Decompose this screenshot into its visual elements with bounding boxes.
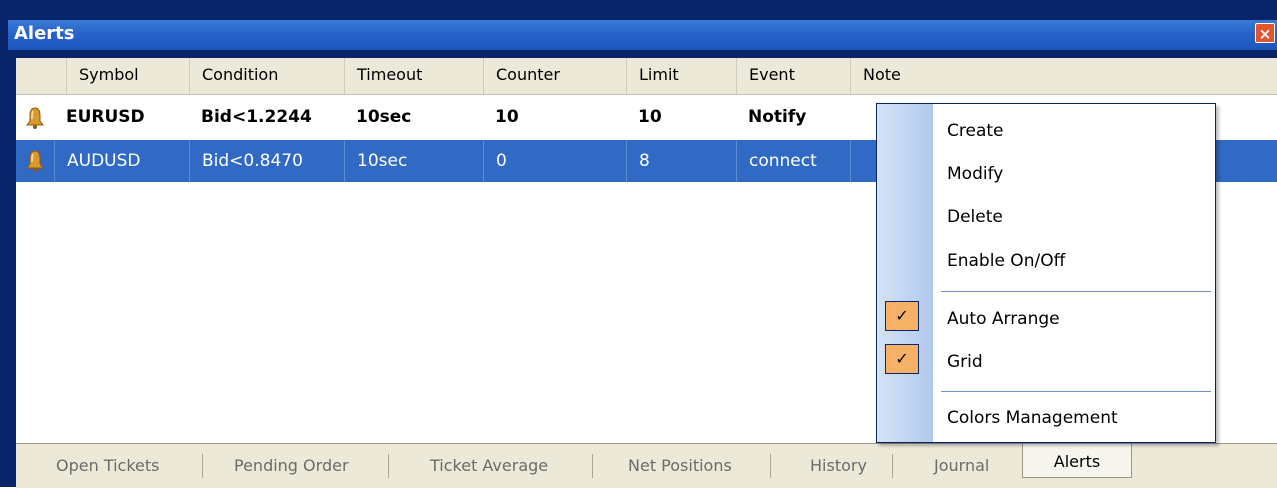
check-icon: ✓ — [885, 301, 919, 331]
window-frame: Alerts × Symbol Condition Timeout Counte… — [0, 0, 1277, 488]
menu-item-auto-arrange[interactable]: Auto Arrange — [947, 304, 1060, 334]
cell-limit: 10 — [638, 107, 662, 127]
menu-item-enable-on-off[interactable]: Enable On/Off — [947, 246, 1065, 276]
cell-event: Notify — [748, 107, 807, 127]
cell-event: connect — [736, 140, 817, 182]
check-icon: ✓ — [885, 344, 919, 374]
column-header-timeout[interactable]: Timeout — [344, 58, 483, 94]
menu-item-create[interactable]: Create — [947, 116, 1004, 146]
tab-divider — [592, 454, 593, 478]
tab-divider — [202, 454, 203, 478]
column-header-limit[interactable]: Limit — [626, 58, 736, 94]
column-header-symbol[interactable]: Symbol — [66, 58, 189, 94]
column-header-counter[interactable]: Counter — [483, 58, 626, 94]
tab-ticket-average[interactable]: Ticket Average — [430, 452, 548, 480]
menu-item-grid[interactable]: Grid — [947, 347, 983, 377]
tab-alerts[interactable]: Alerts — [1022, 444, 1132, 478]
cell-timeout: 10sec — [356, 107, 412, 127]
cell-symbol: AUDUSD — [54, 140, 141, 182]
cell-counter: 0 — [483, 140, 507, 182]
cell-note — [850, 95, 862, 139]
tab-net-positions[interactable]: Net Positions — [628, 452, 732, 480]
cell-counter: 10 — [495, 107, 519, 127]
tab-divider — [770, 454, 771, 478]
menu-separator — [941, 291, 1211, 292]
cell-condition: Bid<1.2244 — [201, 107, 312, 127]
cell-symbol: EURUSD — [66, 107, 145, 127]
bottom-tab-bar: Open Tickets Pending Order Ticket Averag… — [16, 443, 1277, 488]
tab-divider — [388, 454, 389, 478]
title-bar[interactable]: Alerts × — [8, 20, 1277, 50]
tab-history[interactable]: History — [810, 452, 867, 480]
tab-open-tickets[interactable]: Open Tickets — [56, 452, 160, 480]
close-icon[interactable]: × — [1255, 23, 1275, 43]
bell-icon — [26, 107, 44, 129]
menu-item-modify[interactable]: Modify — [947, 159, 1003, 189]
cell-timeout: 10sec — [344, 140, 407, 182]
column-header-note[interactable]: Note — [850, 58, 1277, 94]
menu-item-delete[interactable]: Delete — [947, 202, 1003, 232]
table-header: Symbol Condition Timeout Counter Limit E… — [16, 58, 1277, 95]
window-title: Alerts — [14, 23, 75, 44]
menu-item-colors-management[interactable]: Colors Management — [947, 403, 1118, 433]
cell-note — [850, 140, 863, 182]
column-header-condition[interactable]: Condition — [189, 58, 344, 94]
cell-limit: 8 — [626, 140, 650, 182]
tab-pending-order[interactable]: Pending Order — [234, 452, 349, 480]
cell-condition: Bid<0.8470 — [189, 140, 303, 182]
menu-separator — [941, 391, 1211, 392]
tab-divider — [892, 454, 893, 478]
menu-icon-gutter — [877, 104, 933, 442]
column-header-event[interactable]: Event — [736, 58, 850, 94]
tab-journal[interactable]: Journal — [934, 452, 989, 480]
context-menu: Create Modify Delete Enable On/Off ✓ Aut… — [876, 103, 1216, 443]
cell-icon — [16, 140, 54, 182]
header-icon-column[interactable] — [16, 58, 66, 94]
